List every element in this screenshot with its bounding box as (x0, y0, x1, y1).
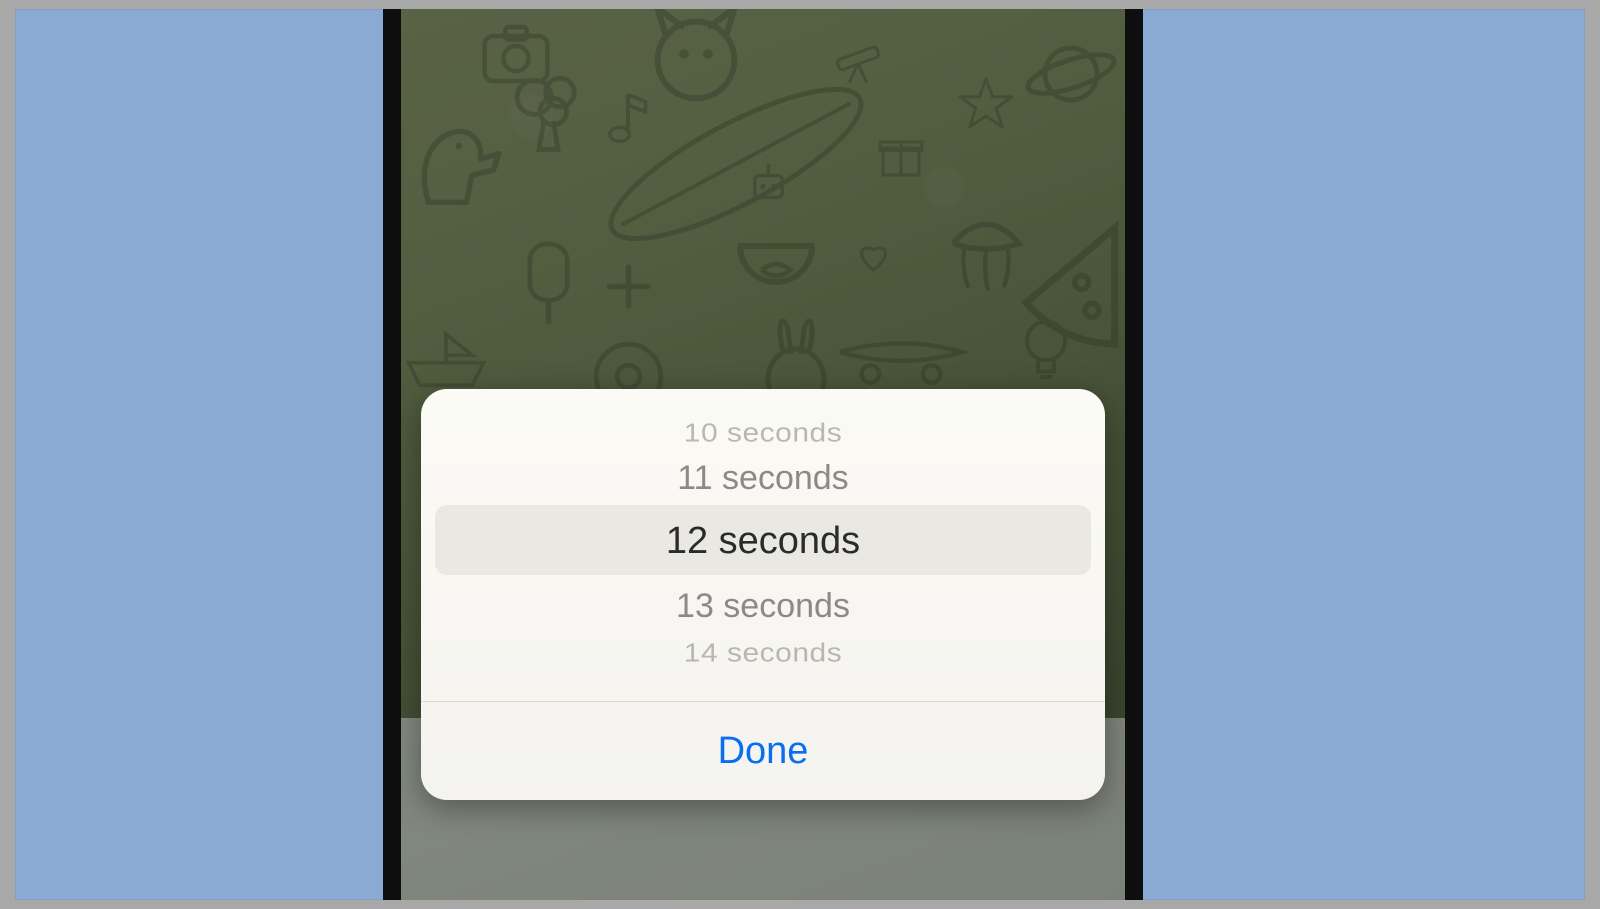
duration-picker[interactable]: 10 seconds 11 seconds 12 seconds 13 seco… (421, 389, 1105, 702)
outer-frame: 10 seconds 11 seconds 12 seconds 13 seco… (15, 9, 1585, 900)
picker-option[interactable]: 13 seconds (421, 589, 1105, 623)
done-button[interactable]: Done (421, 702, 1105, 800)
picker-option-selected[interactable]: 12 seconds (421, 522, 1105, 560)
picker-option[interactable]: 14 seconds (421, 641, 1105, 667)
device-bezel: 10 seconds 11 seconds 12 seconds 13 seco… (383, 9, 1143, 900)
picker-option[interactable]: 10 seconds (421, 421, 1105, 447)
timer-picker-sheet: 10 seconds 11 seconds 12 seconds 13 seco… (421, 389, 1105, 800)
phone-screen: 10 seconds 11 seconds 12 seconds 13 seco… (401, 9, 1125, 900)
canvas: 10 seconds 11 seconds 12 seconds 13 seco… (0, 0, 1600, 909)
picker-option[interactable]: 11 seconds (421, 461, 1105, 495)
